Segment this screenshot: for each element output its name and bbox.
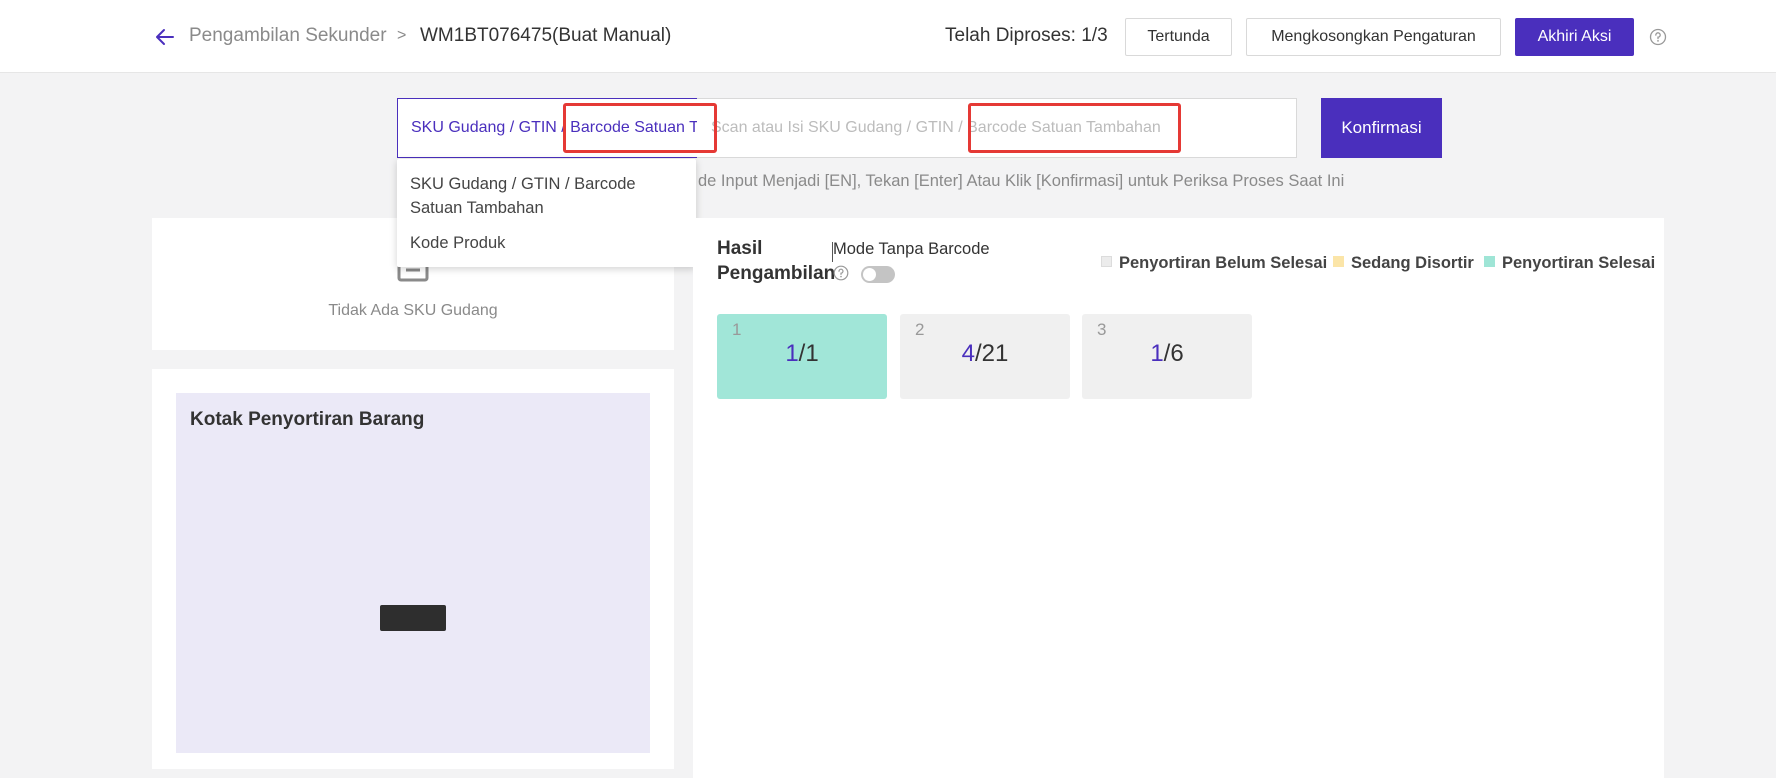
scan-type-dropdown: SKU Gudang / GTIN / Barcode Satuan Tamba… xyxy=(397,159,696,267)
sorting-card[interactable]: 1 1/1 xyxy=(717,314,887,399)
legend-label: Sedang Disortir xyxy=(1351,254,1474,272)
scan-hint: de Input Menjadi [EN], Tekan [Enter] Ata… xyxy=(698,172,1345,190)
card-done-count: 1 xyxy=(785,340,799,367)
card-total-count: /21 xyxy=(974,340,1009,367)
dropdown-option-sku[interactable]: SKU Gudang / GTIN / Barcode Satuan Tamba… xyxy=(410,172,680,220)
card-ratio: 1/6 xyxy=(1082,340,1252,368)
card-index: 3 xyxy=(1097,320,1107,339)
sku-empty-text: Tidak Ada SKU Gudang xyxy=(328,302,498,319)
legend-label: Penyortiran Belum Selesai xyxy=(1119,254,1328,272)
sorting-box-panel: Kotak Penyortiran Barang xyxy=(152,369,674,769)
legend-swatch xyxy=(1333,256,1344,267)
card-index: 1 xyxy=(732,320,742,339)
page-title: WM1BT076475(Buat Manual) xyxy=(420,25,672,46)
pending-button[interactable]: Tertunda xyxy=(1125,18,1232,56)
legend-sorting: Sedang Disortir xyxy=(1333,254,1474,273)
sorting-card[interactable]: 3 1/6 xyxy=(1082,314,1252,399)
card-ratio: 1/1 xyxy=(717,340,887,368)
toggle-knob xyxy=(863,268,876,281)
back-arrow-icon[interactable] xyxy=(154,26,176,48)
scan-input[interactable] xyxy=(697,98,1297,158)
result-title: Hasil Pengambilan xyxy=(717,238,836,284)
breadcrumb-separator: > xyxy=(397,27,407,44)
picking-result-panel: Hasil Pengambilan Mode Tanpa Barcode Pen… xyxy=(693,218,1664,778)
legend-swatch xyxy=(1101,256,1112,267)
no-barcode-mode-toggle[interactable] xyxy=(861,266,895,283)
no-barcode-mode-label: Mode Tanpa Barcode xyxy=(833,240,990,258)
card-total-count: /1 xyxy=(798,340,819,367)
end-action-button[interactable]: Akhiri Aksi xyxy=(1515,18,1634,56)
card-ratio: 4/21 xyxy=(900,340,1070,368)
card-done-count: 1 xyxy=(1150,340,1164,367)
question-circle-icon[interactable] xyxy=(833,265,849,281)
clear-settings-button[interactable]: Mengkosongkan Pengaturan xyxy=(1246,18,1501,56)
legend-label: Penyortiran Selesai xyxy=(1502,254,1656,272)
confirm-button[interactable]: Konfirmasi xyxy=(1321,98,1442,158)
dropdown-option-product-code[interactable]: Kode Produk xyxy=(410,231,680,255)
legend-swatch xyxy=(1484,256,1495,267)
legend-not-sorted: Penyortiran Belum Selesai xyxy=(1101,254,1327,273)
legend-sorted: Penyortiran Selesai xyxy=(1484,254,1655,273)
question-circle-icon[interactable] xyxy=(1649,28,1667,46)
processed-progress: Telah Diproses: 1/3 xyxy=(945,25,1108,46)
breadcrumb-parent[interactable]: Pengambilan Sekunder xyxy=(189,25,387,47)
card-total-count: /6 xyxy=(1163,340,1184,367)
top-bar: Pengambilan Sekunder > WM1BT076475(Buat … xyxy=(0,0,1776,73)
card-done-count: 4 xyxy=(961,340,975,367)
sorting-card[interactable]: 2 4/21 xyxy=(900,314,1070,399)
sorting-box-slot xyxy=(380,605,446,631)
card-index: 2 xyxy=(915,320,925,339)
sorting-box-area: Kotak Penyortiran Barang xyxy=(176,393,650,753)
scan-type-select[interactable]: SKU Gudang / GTIN / Barcode Satuan Tamba… xyxy=(397,98,698,158)
sorting-box-title: Kotak Penyortiran Barang xyxy=(190,409,425,430)
